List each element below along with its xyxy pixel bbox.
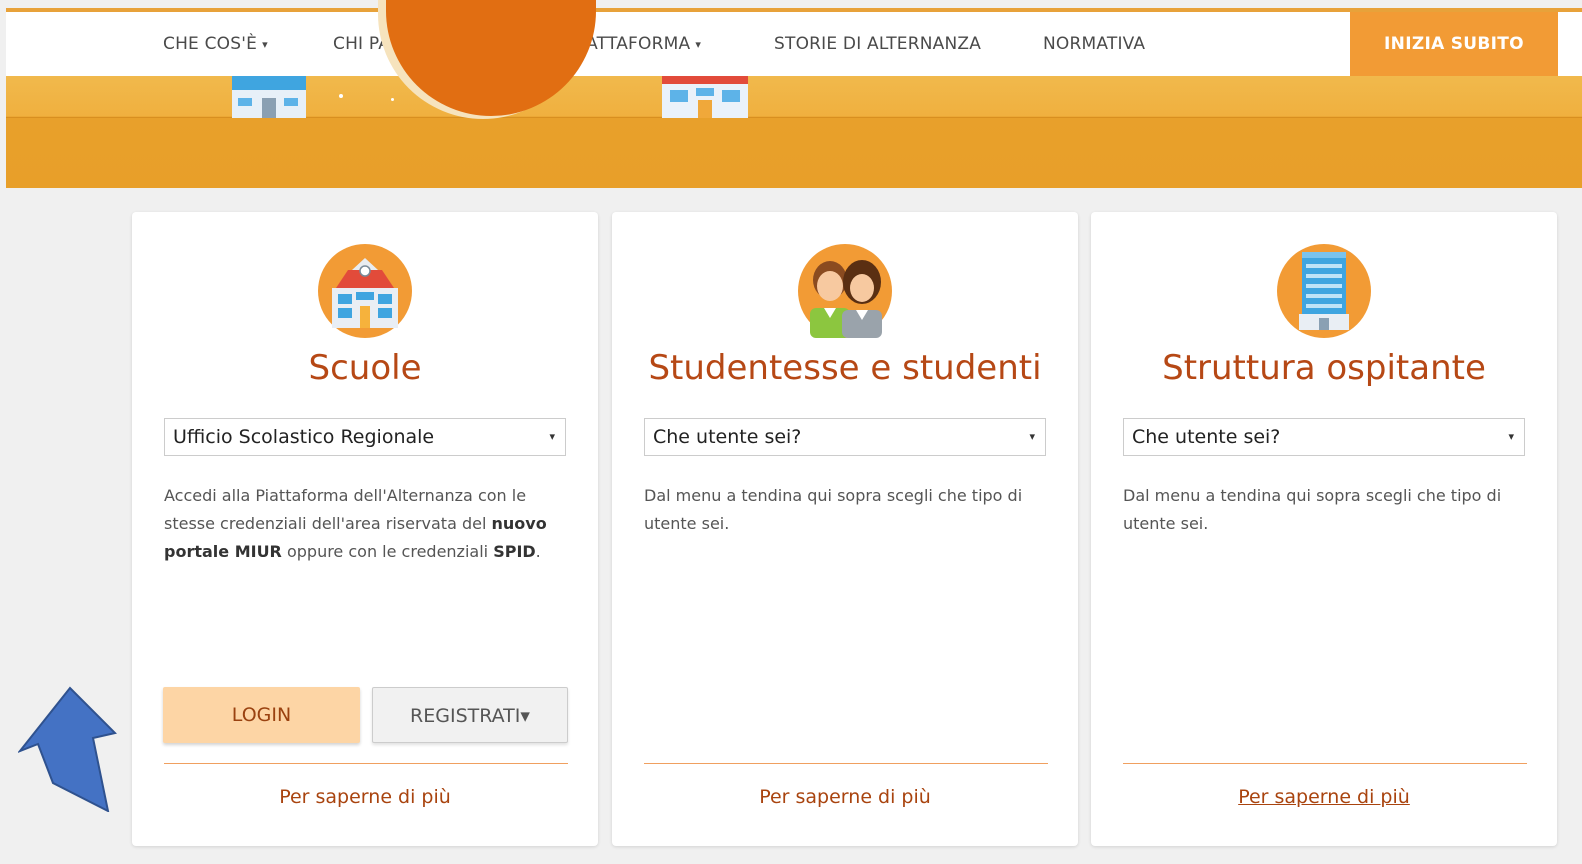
card-description: Accedi alla Piattaforma dell'Alternanza … — [164, 482, 569, 566]
dropdown-arrow-icon: ▾ — [1508, 430, 1514, 443]
card-divider — [164, 763, 568, 764]
card-title: Struttura ospitante — [1162, 348, 1486, 388]
card-divider — [1123, 763, 1527, 764]
desc-text: oppure con le credenziali — [281, 542, 494, 561]
per-saperne-link[interactable]: Per saperne di più — [612, 786, 1078, 808]
dropdown-arrow-icon: ▾ — [549, 430, 555, 443]
card-struttura-ospitante: Struttura ospitante Che utente sei? ▾ Da… — [1091, 212, 1557, 846]
card-divider — [644, 763, 1048, 764]
card-description: Dal menu a tendina qui sopra scegli che … — [644, 486, 1023, 533]
card-title: Studentesse e studenti — [648, 348, 1042, 388]
inizia-subito-button[interactable]: INIZIA SUBITO — [1350, 12, 1558, 76]
building-illustration-icon — [232, 76, 306, 118]
registrati-button[interactable]: REGISTRATI▾ — [372, 687, 568, 743]
school-icon — [318, 244, 412, 338]
students-icon — [798, 244, 892, 338]
card-studenti: Studentesse e studenti Che utente sei? ▾… — [612, 212, 1078, 846]
select-value: Ufficio Scolastico Regionale — [173, 426, 435, 448]
per-saperne-link[interactable]: Per saperne di più — [1091, 786, 1557, 808]
select-value: Che utente sei? — [1132, 426, 1281, 448]
nav-che-cose[interactable]: CHE COS'È ▾ — [163, 12, 268, 76]
per-saperne-link[interactable]: Per saperne di più — [132, 786, 598, 808]
sparkle-icon — [391, 98, 394, 101]
annotation-arrow-icon — [18, 686, 117, 812]
card-scuole: Scuole Ufficio Scolastico Regionale ▾ Ac… — [132, 212, 598, 846]
dropdown-arrow-icon: ▾ — [1029, 430, 1035, 443]
nav-storie-di-alternanza[interactable]: STORIE DI ALTERNANZA — [774, 12, 981, 76]
hero-banner — [6, 0, 1582, 188]
caret-down-icon: ▾ — [520, 705, 530, 727]
hero-sun-illustration — [386, 0, 596, 116]
card-title: Scuole — [308, 348, 422, 388]
school-illustration-icon — [662, 76, 748, 118]
card-description: Dal menu a tendina qui sopra scegli che … — [1123, 486, 1502, 533]
office-building-icon — [1277, 244, 1371, 338]
main-navbar: CHE COS'È▾ CHI PARTECIPA▾ LA PIATTAFORMA… — [6, 12, 1582, 76]
select-value: Che utente sei? — [653, 426, 802, 448]
nav-normativa[interactable]: NORMATIVA — [1043, 12, 1145, 76]
navbar-edge — [1558, 12, 1582, 76]
desc-text: Accedi alla Piattaforma dell'Alternanza … — [164, 486, 527, 533]
nav-label: CHE COS'È — [163, 34, 258, 54]
user-type-select[interactable]: Ufficio Scolastico Regionale ▾ — [164, 418, 566, 456]
caret-down-icon: ▾ — [695, 38, 702, 51]
desc-bold: SPID — [493, 542, 536, 561]
user-type-select[interactable]: Che utente sei? ▾ — [644, 418, 1046, 456]
nav-label: NORMATIVA — [1043, 34, 1146, 54]
desc-text: . — [535, 542, 541, 561]
registrati-label: REGISTRATI — [410, 705, 521, 727]
nav-label: STORIE DI ALTERNANZA — [774, 34, 982, 54]
caret-down-icon: ▾ — [262, 38, 268, 51]
sparkle-icon — [339, 94, 343, 98]
user-type-select[interactable]: Che utente sei? ▾ — [1123, 418, 1525, 456]
login-button[interactable]: LOGIN — [163, 687, 360, 743]
